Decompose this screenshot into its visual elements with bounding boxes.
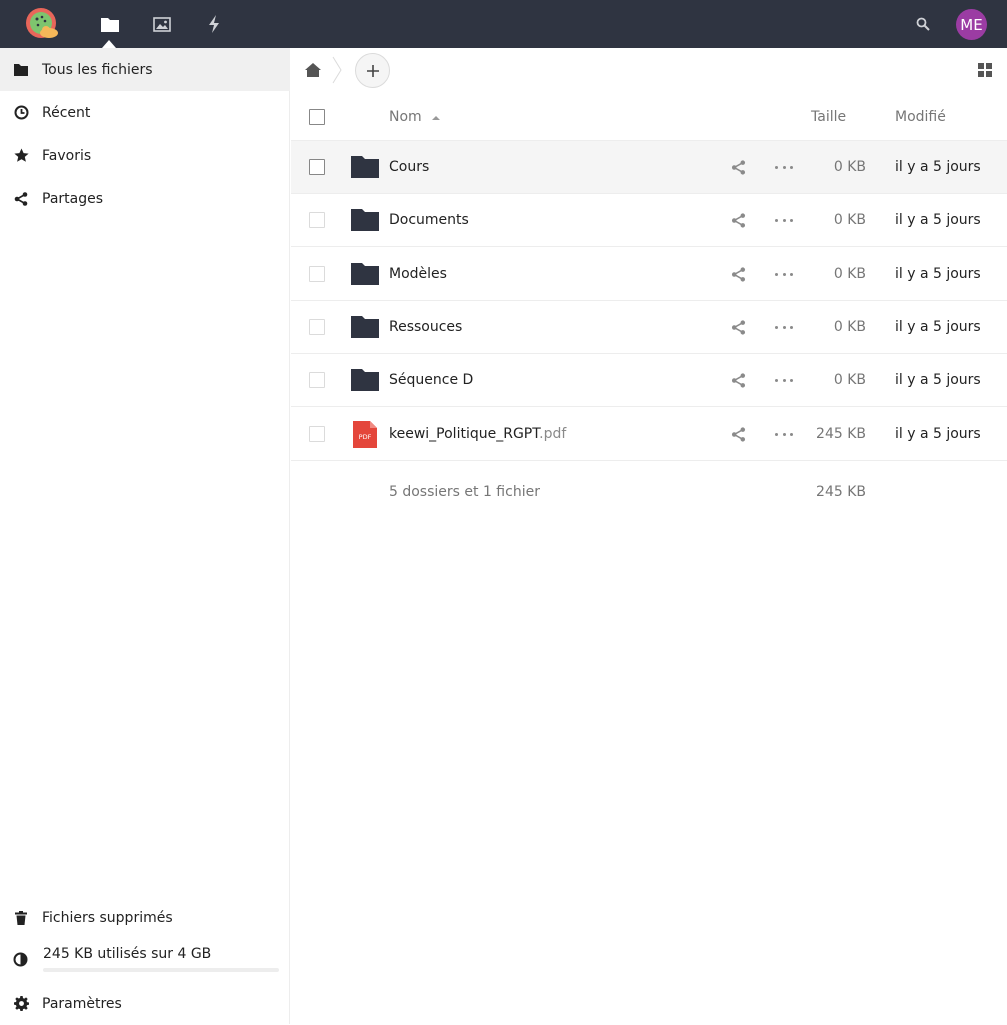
more-actions-icon[interactable] — [775, 213, 793, 228]
more-actions-icon[interactable] — [775, 320, 793, 335]
folder-icon — [351, 156, 379, 178]
app-logo-icon[interactable] — [24, 7, 60, 41]
gear-icon — [0, 996, 42, 1011]
files-app-icon[interactable] — [98, 12, 122, 36]
folder-icon — [351, 263, 379, 285]
pdf-file-icon: PDF — [353, 421, 377, 448]
table-row[interactable]: PDF keewi_Politique_RGPT.pdf 245 KB il y a … — [291, 408, 1007, 461]
folder-icon — [351, 316, 379, 338]
file-size: 245 KB — [816, 426, 866, 442]
folder-icon — [0, 64, 42, 76]
share-icon[interactable] — [731, 160, 746, 175]
row-checkbox[interactable] — [309, 319, 325, 335]
pie-chart-icon — [13, 952, 28, 971]
folder-icon — [351, 209, 379, 231]
share-icon[interactable] — [731, 213, 746, 228]
file-list-summary: 5 dossiers et 1 fichier 245 KB — [291, 473, 1007, 513]
file-size: 0 KB — [834, 266, 866, 282]
plus-icon — [366, 64, 380, 78]
file-modified: il y a 5 jours — [895, 266, 981, 282]
sidebar-item-favorites[interactable]: Favoris — [0, 134, 290, 177]
file-name[interactable]: Documents — [389, 212, 469, 228]
share-icon[interactable] — [731, 373, 746, 388]
storage-quota[interactable]: 245 KB utilisés sur 4 GB — [0, 936, 290, 986]
user-avatar[interactable]: ME — [956, 9, 987, 40]
column-header-name[interactable]: Nom — [389, 109, 422, 125]
quota-progress-bar — [43, 968, 279, 972]
share-icon[interactable] — [731, 320, 746, 335]
row-checkbox[interactable] — [309, 266, 325, 282]
sidebar-item-label: Partages — [42, 191, 103, 207]
breadcrumb-controls — [291, 48, 1007, 92]
row-checkbox[interactable] — [309, 426, 325, 442]
new-file-button[interactable] — [355, 53, 390, 88]
file-modified: il y a 5 jours — [895, 426, 981, 442]
sidebar-item-label: Tous les fichiers — [42, 62, 153, 78]
activity-app-icon[interactable] — [202, 12, 226, 36]
breadcrumb-separator — [331, 56, 343, 84]
sidebar-item-recent[interactable]: Récent — [0, 91, 290, 134]
file-name[interactable]: Modèles — [389, 266, 447, 282]
more-actions-icon[interactable] — [775, 267, 793, 282]
select-all-checkbox[interactable] — [309, 109, 325, 125]
table-row[interactable]: Documents 0 KB il y a 5 jours — [291, 194, 1007, 247]
more-actions-icon[interactable] — [775, 373, 793, 388]
file-name[interactable]: keewi_Politique_RGPT.pdf — [389, 426, 566, 442]
row-checkbox[interactable] — [309, 212, 325, 228]
top-header: ME — [0, 0, 1007, 48]
column-header-modified[interactable]: Modifié — [895, 109, 946, 125]
file-modified: il y a 5 jours — [895, 372, 981, 388]
more-actions-icon[interactable] — [775, 427, 793, 442]
file-name[interactable]: Ressouces — [389, 319, 462, 335]
row-checkbox[interactable] — [309, 372, 325, 388]
table-row[interactable]: Modèles 0 KB il y a 5 jours — [291, 248, 1007, 301]
column-header-size[interactable]: Taille — [811, 109, 846, 125]
clock-icon — [0, 105, 42, 120]
sidebar-item-shares[interactable]: Partages — [0, 177, 290, 220]
file-list-area: Nom Taille Modifié Cours 0 KB il y a 5 jou… — [291, 48, 1007, 1024]
file-size: 0 KB — [834, 319, 866, 335]
summary-size: 245 KB — [816, 484, 866, 500]
active-app-indicator — [102, 40, 116, 48]
file-name[interactable]: Cours — [389, 159, 429, 175]
share-icon[interactable] — [731, 427, 746, 442]
star-icon — [0, 148, 42, 163]
file-modified: il y a 5 jours — [895, 159, 981, 175]
sidebar-item-label: Paramètres — [42, 996, 122, 1012]
row-checkbox[interactable] — [309, 159, 325, 175]
pdf-badge-text: PDF — [359, 433, 372, 441]
sidebar-item-label: Favoris — [42, 148, 91, 164]
table-row[interactable]: Cours 0 KB il y a 5 jours — [291, 141, 1007, 194]
sidebar-item-label: Récent — [42, 105, 90, 121]
file-name[interactable]: Séquence D — [389, 372, 473, 388]
share-icon — [0, 192, 42, 206]
search-icon[interactable] — [911, 12, 935, 36]
more-actions-icon[interactable] — [775, 160, 793, 175]
grid-view-icon[interactable] — [977, 62, 993, 78]
table-row[interactable]: Ressouces 0 KB il y a 5 jours — [291, 301, 1007, 354]
file-size: 0 KB — [834, 159, 866, 175]
file-modified: il y a 5 jours — [895, 212, 981, 228]
table-header: Nom Taille Modifié — [291, 92, 1007, 141]
table-row[interactable]: Séquence D 0 KB il y a 5 jours — [291, 354, 1007, 407]
sidebar: Tous les fichiers Récent Favoris Partage… — [0, 48, 290, 1024]
sidebar-item-deleted-files[interactable]: Fichiers supprimés — [0, 896, 290, 939]
summary-count: 5 dossiers et 1 fichier — [389, 484, 540, 500]
folder-icon — [351, 369, 379, 391]
file-size: 0 KB — [834, 212, 866, 228]
sidebar-item-label: Fichiers supprimés — [42, 910, 173, 926]
sidebar-item-settings[interactable]: Paramètres — [0, 982, 290, 1025]
share-icon[interactable] — [731, 267, 746, 282]
sort-ascending-icon — [432, 116, 440, 120]
photos-app-icon[interactable] — [150, 12, 174, 36]
file-size: 0 KB — [834, 372, 866, 388]
file-modified: il y a 5 jours — [895, 319, 981, 335]
trash-icon — [0, 911, 42, 925]
home-icon[interactable] — [303, 60, 323, 80]
sidebar-item-all-files[interactable]: Tous les fichiers — [0, 48, 290, 91]
quota-label: 245 KB utilisés sur 4 GB — [43, 946, 211, 962]
